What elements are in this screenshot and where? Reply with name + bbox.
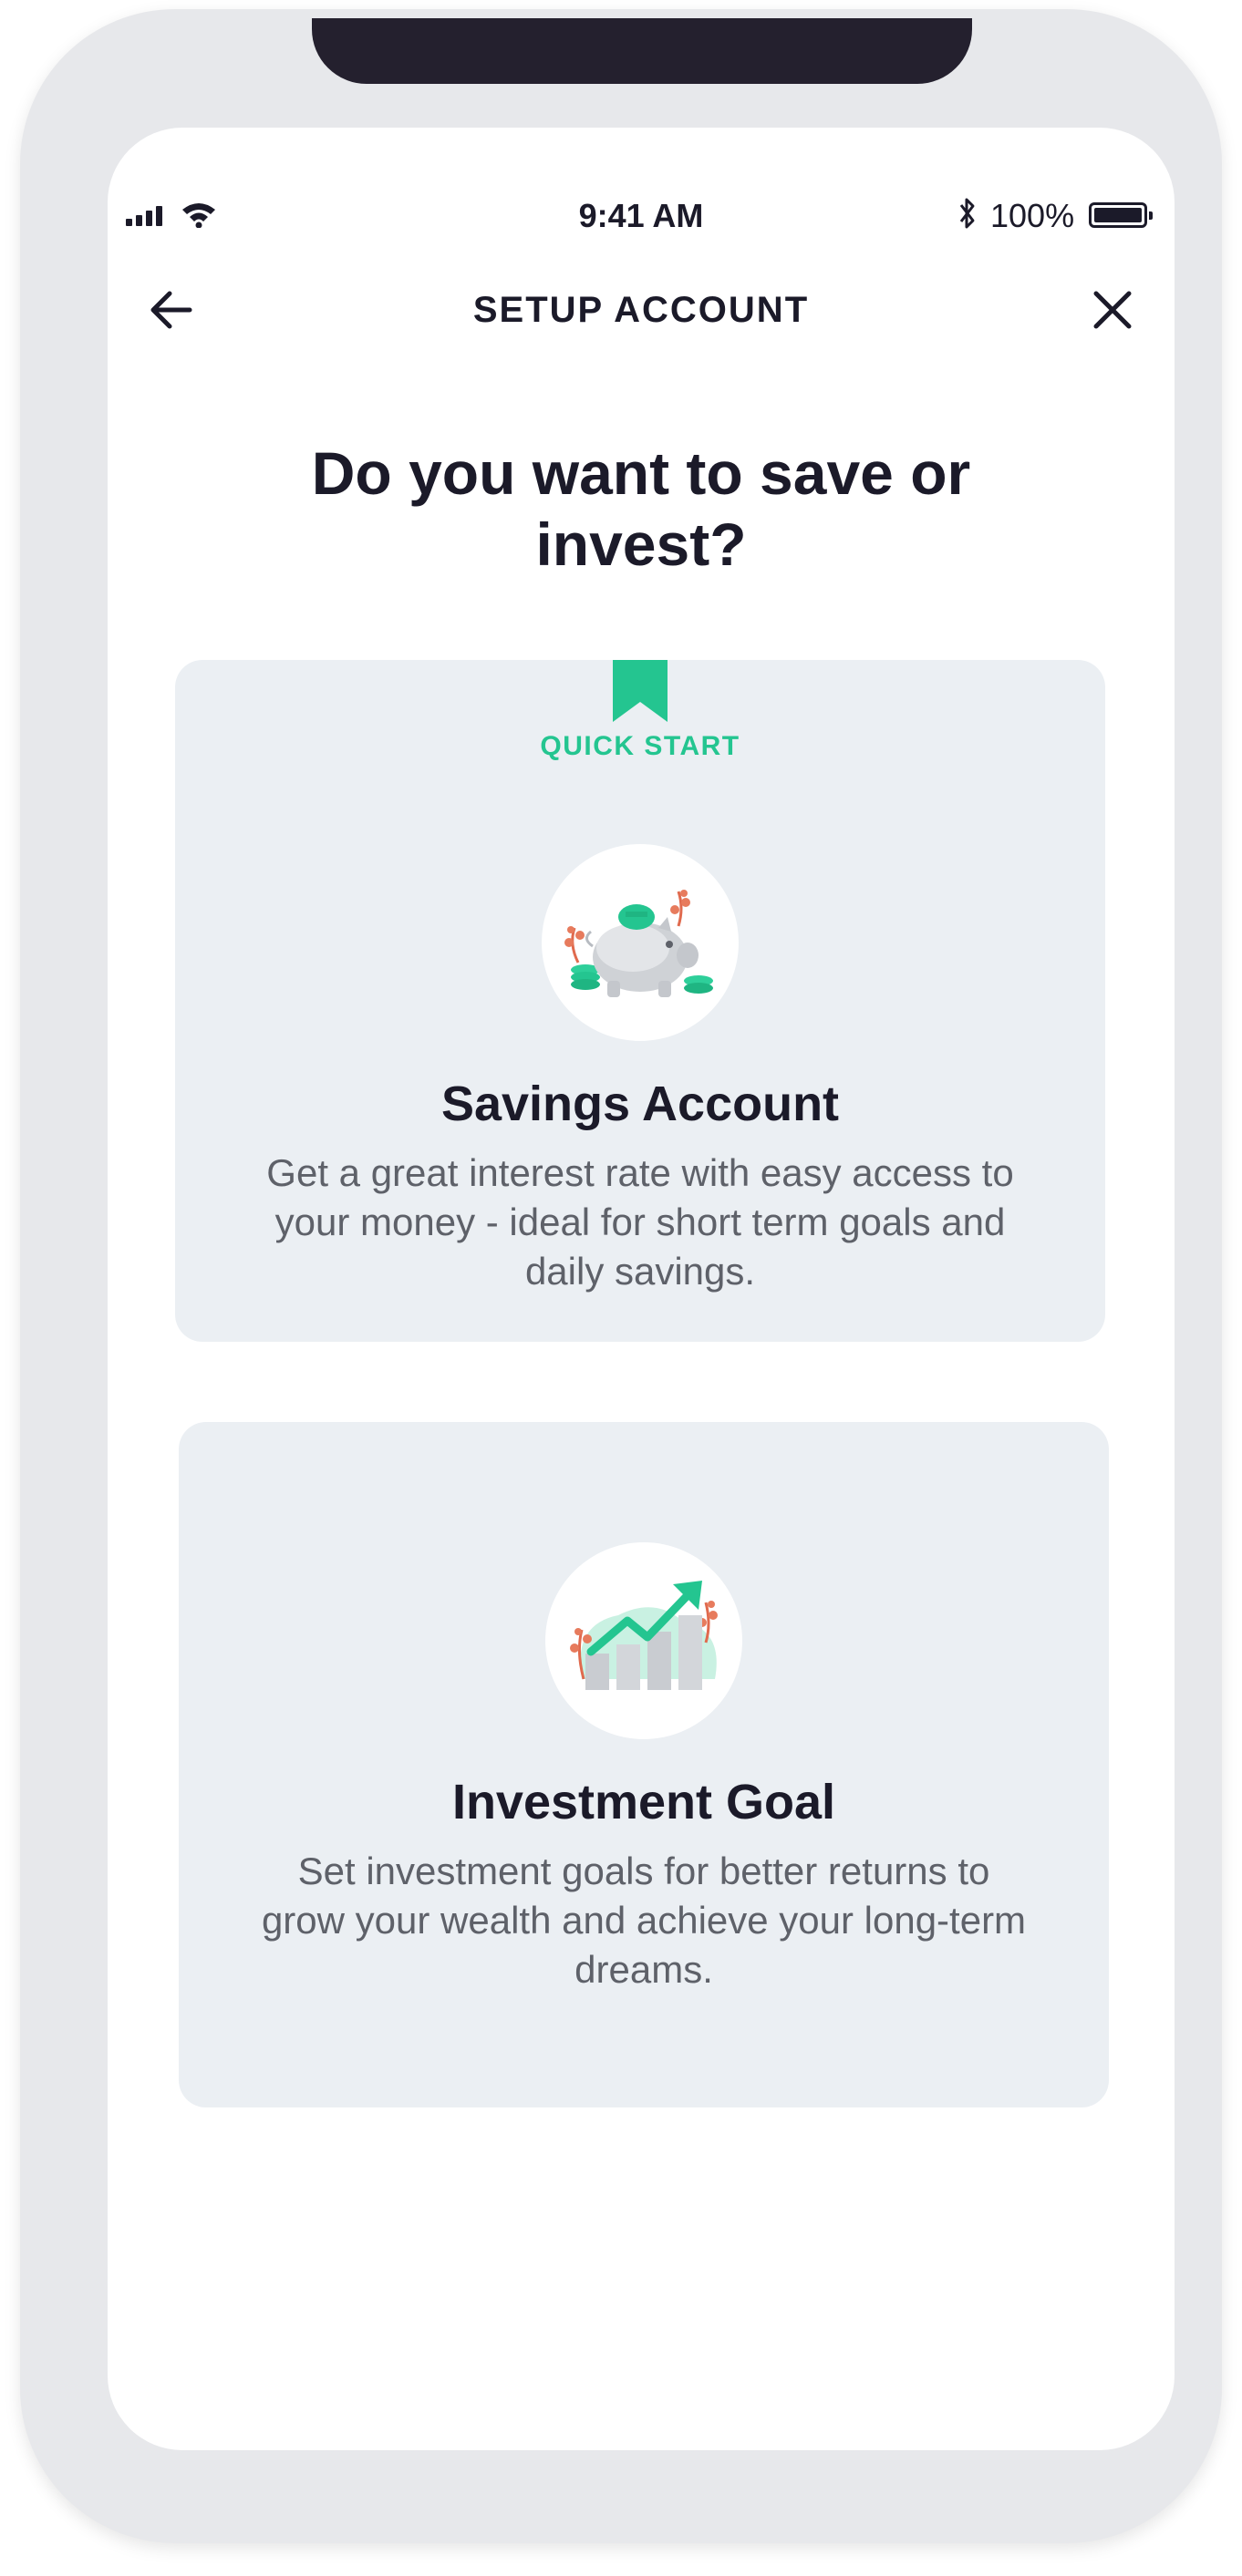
- phone-notch: [312, 18, 972, 84]
- app-screen: 9:41 AM 100% SETUP ACCOUNT Do you want t…: [108, 128, 1175, 2450]
- page-title: SETUP ACCOUNT: [472, 290, 810, 330]
- investment-goal-description: Set investment goals for better returns …: [261, 1850, 1027, 1991]
- bookmark-icon: [613, 660, 668, 722]
- battery-icon: [1089, 202, 1153, 228]
- question-heading: Do you want to save or invest?: [311, 439, 971, 578]
- bluetooth-icon: [959, 198, 975, 229]
- quick-start-badge: QUICK START: [540, 731, 740, 761]
- close-icon: [1093, 291, 1132, 329]
- savings-account-description: Get a great interest rate with easy acce…: [266, 1151, 1014, 1293]
- top-nav: SETUP ACCOUNT: [108, 273, 1175, 346]
- status-bar: 9:41 AM 100%: [108, 191, 1175, 237]
- investment-goal-title: Investment Goal: [451, 1775, 836, 1829]
- investment-goal-option[interactable]: Investment Goal Set investment goals for…: [179, 1422, 1109, 2107]
- savings-account-option[interactable]: QUICK START Savings Account Get a great …: [175, 660, 1105, 1342]
- phone-frame: 9:41 AM 100% SETUP ACCOUNT Do you want t…: [20, 9, 1222, 2543]
- battery-percent: 100%: [990, 197, 1075, 234]
- growth-chart-illustration: [545, 1542, 742, 1739]
- savings-account-title: Savings Account: [440, 1077, 840, 1131]
- piggy-bank-illustration: [542, 844, 739, 1041]
- close-button[interactable]: [1085, 283, 1140, 337]
